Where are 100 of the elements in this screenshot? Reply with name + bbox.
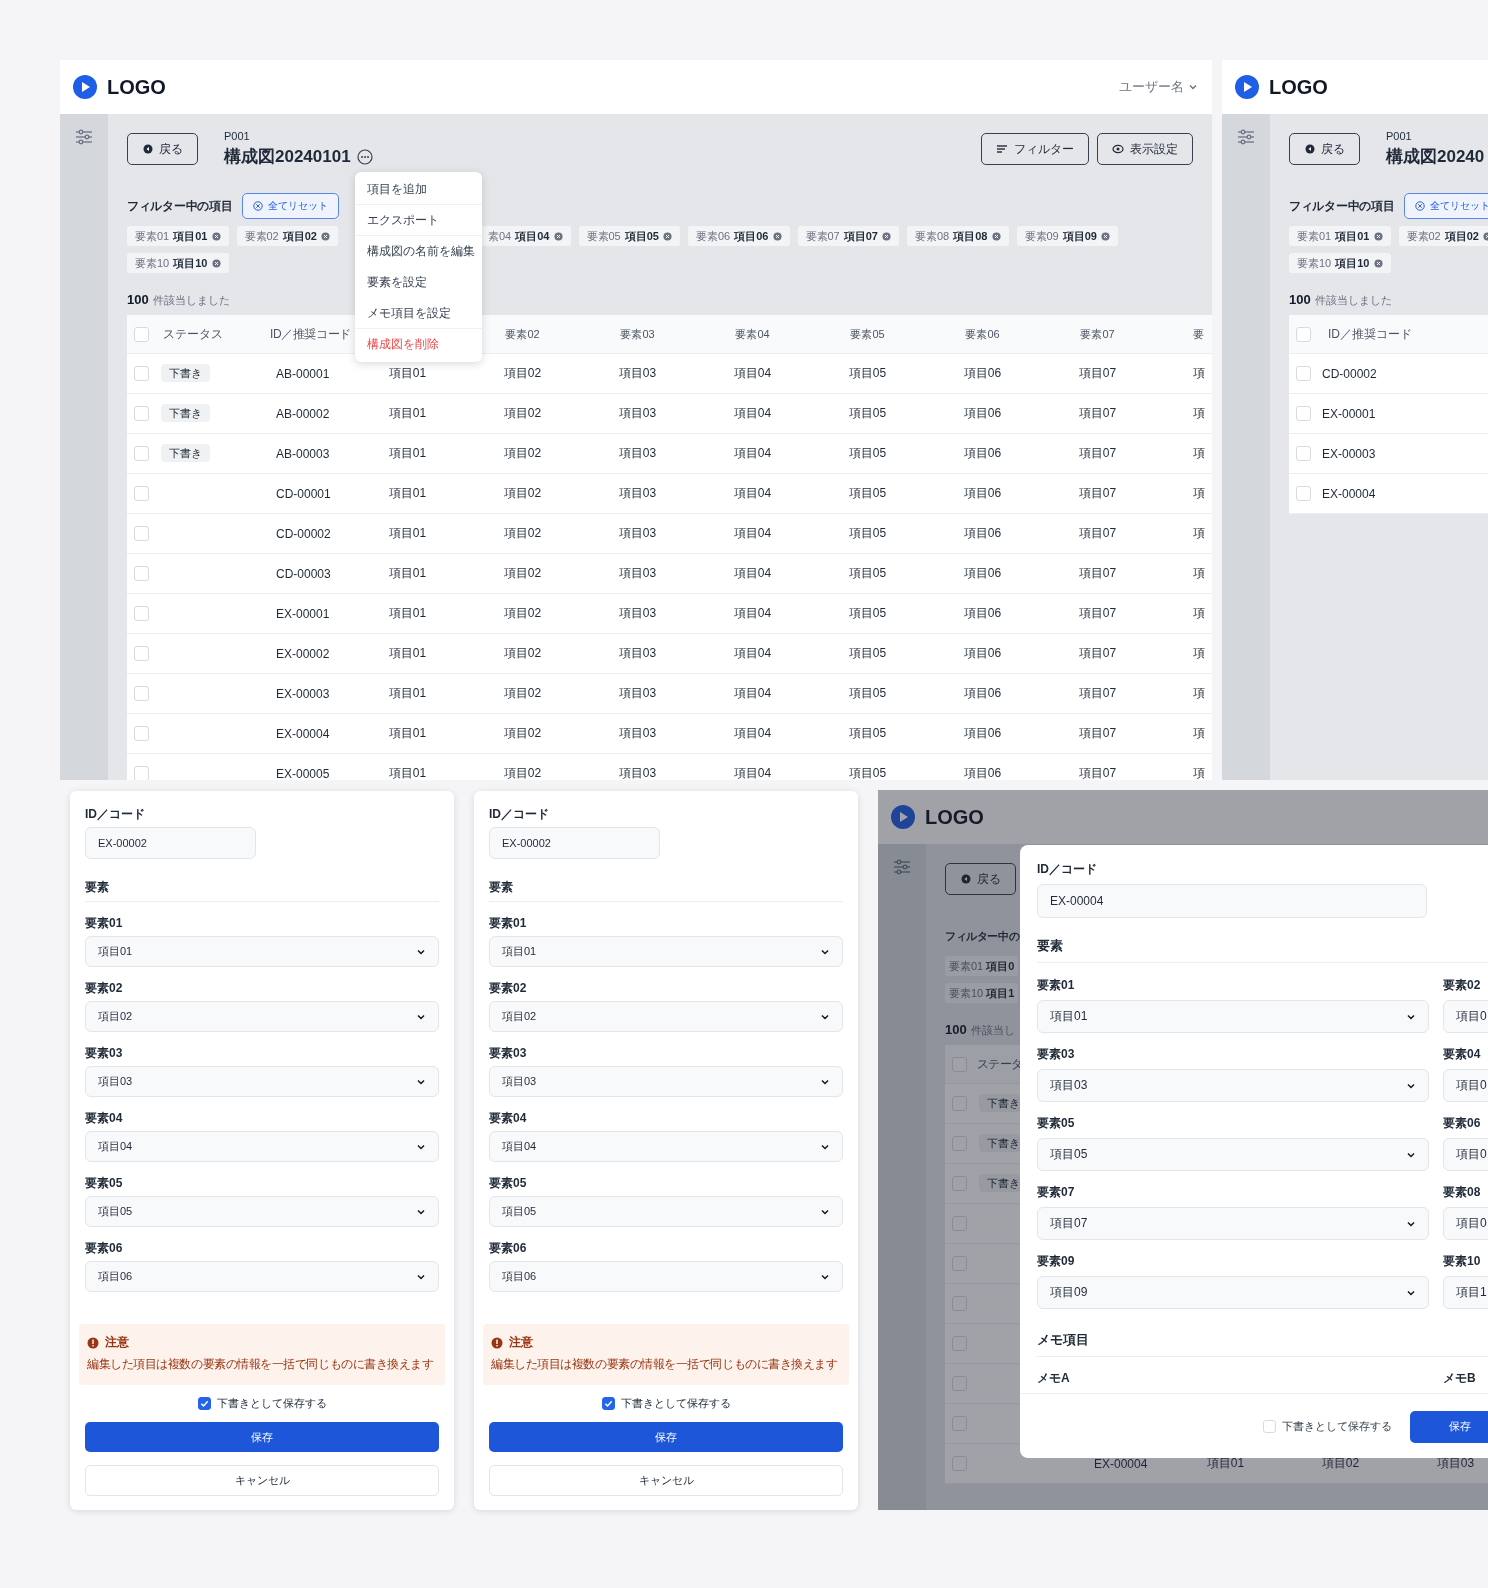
filter-chip[interactable]: 要素01 項目01 (1289, 226, 1391, 246)
filter-chip[interactable]: 要素02 項目02 (236, 226, 338, 246)
select-field[interactable]: 項目0 (1443, 1000, 1488, 1033)
filter-chip[interactable]: 要素10 項目10 (127, 253, 229, 273)
row-checkbox[interactable] (134, 726, 149, 741)
cancel-button[interactable]: キャンセル (489, 1465, 843, 1496)
remove-icon[interactable] (1373, 231, 1383, 241)
select-field[interactable]: 項目05 (85, 1196, 439, 1227)
remove-icon[interactable] (553, 231, 563, 241)
filter-chip[interactable]: 要素02 項目02 (1398, 226, 1488, 246)
row-checkbox[interactable] (134, 766, 149, 780)
row-checkbox[interactable] (134, 566, 149, 581)
row-checkbox[interactable] (134, 486, 149, 501)
cancel-button[interactable]: キャンセル (85, 1465, 439, 1496)
select-field[interactable]: 項目05 (489, 1196, 843, 1227)
draft-checkbox[interactable] (197, 1396, 211, 1410)
user-menu[interactable]: ユーザー名 (1119, 78, 1198, 96)
select-field[interactable]: 項目06 (85, 1261, 439, 1292)
save-button[interactable]: 保存 (489, 1422, 843, 1452)
row-checkbox[interactable] (134, 406, 149, 421)
select-field[interactable]: 項目01 (85, 936, 439, 967)
more-icon[interactable] (356, 149, 373, 165)
filter-chip[interactable]: 素04 項目04 (480, 226, 571, 246)
select-field[interactable]: 項目0 (1443, 1138, 1488, 1171)
row-checkbox[interactable] (134, 606, 149, 621)
draft-checkbox[interactable] (601, 1396, 615, 1410)
sliders-icon[interactable] (75, 129, 93, 145)
select-field[interactable]: 項目02 (489, 1001, 843, 1032)
remove-icon[interactable] (321, 231, 330, 241)
row-checkbox[interactable] (1296, 406, 1311, 421)
select-field[interactable]: 項目06 (489, 1261, 843, 1292)
remove-icon[interactable] (991, 231, 1001, 241)
row-checkbox[interactable] (134, 446, 149, 461)
remove-icon[interactable] (663, 231, 672, 241)
save-button[interactable]: 保存 (85, 1422, 439, 1452)
reset-button[interactable]: 全てリセット (242, 193, 340, 219)
row-checkbox[interactable] (134, 686, 149, 701)
filter-label: フィルター中の (945, 928, 1020, 944)
filter-chip[interactable]: 要素01 項目01 (127, 226, 229, 246)
filter-chip[interactable]: 要素10 項目1 (945, 983, 1019, 1003)
filter-chip[interactable]: 要素07 項目07 (797, 226, 899, 246)
remove-icon[interactable] (211, 231, 221, 241)
field-label: 要素08 (1443, 1185, 1482, 1199)
id-field[interactable]: EX-00004 (1037, 884, 1427, 918)
remove-icon[interactable] (211, 258, 221, 268)
menu-item[interactable]: 要素を設定 (355, 267, 482, 298)
filter-button[interactable]: フィルター (981, 133, 1089, 165)
status-badge: 下書き (161, 444, 210, 462)
select-field[interactable]: 項目1 (1443, 1276, 1488, 1309)
select-field[interactable]: 項目01 (1037, 1000, 1429, 1033)
view-settings-button[interactable]: 表示設定 (1097, 133, 1193, 165)
back-button[interactable]: 戻る (945, 863, 1016, 895)
select-field[interactable]: 項目01 (489, 936, 843, 967)
select-field[interactable]: 項目09 (1037, 1276, 1429, 1309)
select-field[interactable]: 項目04 (489, 1131, 843, 1162)
filter-chip[interactable]: 要素09 項目09 (1016, 226, 1118, 246)
remove-icon[interactable] (1101, 231, 1110, 241)
id-field[interactable]: EX-00002 (489, 827, 660, 859)
sliders-icon[interactable] (1237, 129, 1255, 145)
id-field[interactable]: EX-00002 (85, 827, 256, 859)
select-field[interactable]: 項目02 (85, 1001, 439, 1032)
filter-chip[interactable]: 要素06 項目06 (688, 226, 790, 246)
select-field[interactable]: 項目03 (1037, 1069, 1429, 1102)
filter-label: フィルター中の項目 (1289, 197, 1395, 215)
row-checkbox[interactable] (1296, 366, 1311, 381)
remove-icon[interactable] (1373, 258, 1383, 268)
menu-item[interactable]: 構成図を削除 (355, 329, 482, 360)
select-field[interactable]: 項目05 (1037, 1138, 1429, 1171)
remove-icon[interactable] (772, 231, 782, 241)
back-button[interactable]: 戻る (1289, 133, 1360, 165)
menu-item[interactable]: 構成図の名前を編集 (355, 236, 482, 267)
save-button[interactable]: 保存 (1410, 1410, 1488, 1443)
menu-item[interactable]: メモ項目を設定 (355, 298, 482, 329)
menu-item[interactable]: 項目を追加 (355, 174, 482, 205)
filter-chip[interactable]: 要素05 項目05 (578, 226, 680, 246)
select-field[interactable]: 項目03 (489, 1066, 843, 1097)
table-cell: 項目03 (618, 486, 657, 500)
column-header: 要素02 (504, 326, 541, 342)
row-checkbox[interactable] (134, 646, 149, 661)
select-field[interactable]: 項目03 (85, 1066, 439, 1097)
filter-chip[interactable]: 要素08 項目08 (907, 226, 1009, 246)
sliders-icon[interactable] (893, 859, 911, 875)
row-checkbox[interactable] (1296, 486, 1311, 501)
filter-chip[interactable]: 要素10 項目10 (1289, 253, 1391, 273)
row-checkbox[interactable] (134, 526, 149, 541)
select-all-checkbox[interactable] (1296, 326, 1311, 342)
back-button[interactable]: 戻る (127, 133, 198, 165)
column-header: ステータ (976, 1055, 1023, 1073)
select-field[interactable]: 項目0 (1443, 1207, 1488, 1240)
select-all-checkbox[interactable] (134, 326, 149, 342)
filter-chip[interactable]: 要素01 項目0 (945, 956, 1019, 976)
row-checkbox[interactable] (1296, 446, 1311, 461)
select-field[interactable]: 項目07 (1037, 1207, 1429, 1240)
reset-button[interactable]: 全てリセット (1404, 193, 1488, 219)
select-field[interactable]: 項目0 (1443, 1069, 1488, 1102)
remove-icon[interactable] (882, 231, 891, 241)
row-checkbox[interactable] (134, 366, 149, 381)
menu-item[interactable]: エクスポート (355, 205, 482, 236)
select-field[interactable]: 項目04 (85, 1131, 439, 1162)
table-cell: 項目02 (503, 726, 542, 740)
